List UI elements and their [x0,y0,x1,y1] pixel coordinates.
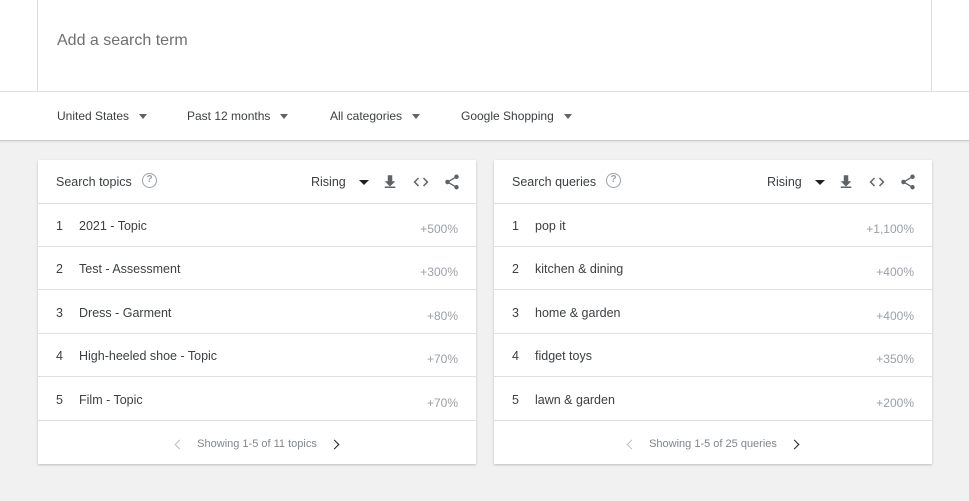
share-icon[interactable] [899,173,917,191]
card-header: Search queries ? Rising [494,160,932,204]
sort-label: Rising [767,175,802,189]
pagination: Showing 1-5 of 25 queries [494,424,932,464]
table-row[interactable]: 4 fidget toys +350% [494,334,932,377]
table-row[interactable]: 1 pop it +1,100% [494,204,932,247]
row-value: +70% [426,352,458,366]
chevron-right-icon[interactable] [329,439,340,449]
pagination: Showing 1-5 of 11 topics [38,424,476,464]
chevron-right-icon[interactable] [789,439,800,449]
row-label[interactable]: Test - Assessment [79,262,180,276]
row-rank: 1 [512,219,519,233]
row-rank: 4 [56,349,63,363]
table-row[interactable]: 3 home & garden +400% [494,291,932,334]
row-value: +400% [876,265,914,279]
download-icon[interactable] [837,173,855,191]
table-row[interactable]: 3 Dress - Garment +80% [38,291,476,334]
row-rank: 5 [512,393,519,407]
caret-down-icon [139,113,148,119]
row-rank: 2 [512,262,519,276]
help-icon[interactable]: ? [606,173,621,188]
row-value: +400% [876,309,914,323]
row-label[interactable]: home & garden [535,306,620,320]
table-row[interactable]: 5 lawn & garden +200% [494,378,932,421]
filter-time-range-label: Past 12 months [187,109,271,123]
table-row[interactable]: 1 2021 - Topic +500% [38,204,476,247]
card-header: Search topics ? Rising [38,160,476,204]
sort-dropdown[interactable]: Rising [311,175,369,189]
caret-down-icon [814,179,825,185]
card-title: Search queries [512,175,597,189]
filter-location[interactable]: United States [57,109,148,123]
search-topics-card: Search topics ? Rising 1 2021 - Topic +5… [38,160,476,464]
filter-bar: United States Past 12 months All categor… [0,91,969,141]
row-label[interactable]: pop it [535,219,566,233]
row-rank: 3 [56,306,63,320]
table-row[interactable]: 2 Test - Assessment +300% [38,247,476,290]
caret-down-icon [412,113,421,119]
row-value: +300% [420,265,458,279]
sort-label: Rising [311,175,346,189]
row-rank: 5 [56,393,63,407]
chevron-left-icon[interactable] [174,439,185,449]
filter-location-label: United States [57,109,130,123]
row-label[interactable]: 2021 - Topic [79,219,147,233]
row-rank: 3 [512,306,519,320]
pagination-label: Showing 1-5 of 11 topics [197,438,317,450]
share-icon[interactable] [443,173,461,191]
row-label[interactable]: Film - Topic [79,393,143,407]
download-icon[interactable] [381,173,399,191]
embed-icon[interactable] [868,173,886,191]
table-row[interactable]: 4 High-heeled shoe - Topic +70% [38,334,476,377]
search-placeholder: Add a search term [57,32,188,49]
filter-search-type[interactable]: Google Shopping [461,109,572,123]
sort-dropdown[interactable]: Rising [767,175,825,189]
row-value: +200% [876,396,914,410]
search-queries-card: Search queries ? Rising 1 pop it +1,100%… [494,160,932,464]
card-title: Search topics [56,175,132,189]
filter-category-label: All categories [330,109,403,123]
row-value: +1,100% [866,222,914,236]
pagination-label: Showing 1-5 of 25 queries [649,438,777,450]
caret-down-icon [358,179,369,185]
caret-down-icon [280,113,289,119]
row-value: +500% [420,222,458,236]
filter-category[interactable]: All categories [330,109,421,123]
search-area: Add a search term [0,0,969,91]
row-rank: 2 [56,262,63,276]
row-value: +70% [426,396,458,410]
filter-time-range[interactable]: Past 12 months [187,109,289,123]
row-label[interactable]: fidget toys [535,349,592,363]
help-icon[interactable]: ? [142,173,157,188]
search-input[interactable]: Add a search term [37,0,932,91]
embed-icon[interactable] [412,173,430,191]
row-value: +80% [426,309,458,323]
row-label[interactable]: lawn & garden [535,393,615,407]
row-value: +350% [876,352,914,366]
table-row[interactable]: 5 Film - Topic +70% [38,378,476,421]
row-label[interactable]: Dress - Garment [79,306,171,320]
table-row[interactable]: 2 kitchen & dining +400% [494,247,932,290]
caret-down-icon [563,113,572,119]
filter-search-type-label: Google Shopping [461,109,554,123]
row-label[interactable]: kitchen & dining [535,262,623,276]
chevron-left-icon[interactable] [626,439,637,449]
row-rank: 4 [512,349,519,363]
row-rank: 1 [56,219,63,233]
row-label[interactable]: High-heeled shoe - Topic [79,349,217,363]
